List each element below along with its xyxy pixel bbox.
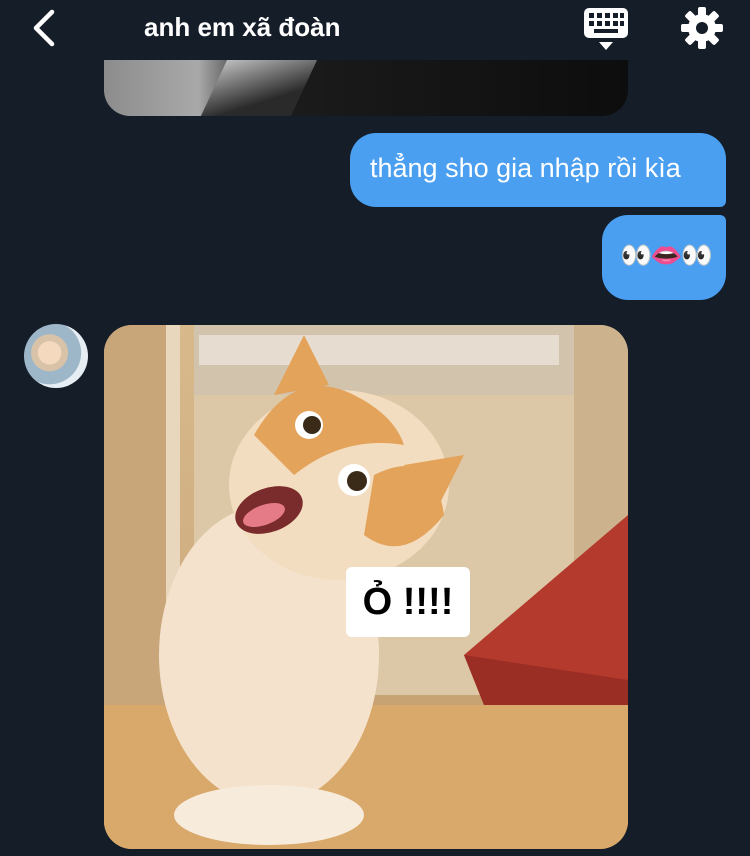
- outgoing-emoji-bubble[interactable]: 👀👄👀: [602, 215, 726, 300]
- outgoing-message-bubble[interactable]: thẳng sho gia nhập rồi kìa: [350, 133, 726, 207]
- meme-image-message[interactable]: Ỏ !!!!: [104, 325, 628, 849]
- chat-title: anh em xã đoàn: [144, 12, 341, 42]
- meme-caption: Ỏ !!!!: [346, 567, 470, 637]
- settings-button[interactable]: [678, 4, 726, 52]
- message-emoji-text: 👀👄👀: [620, 240, 713, 270]
- back-button[interactable]: [22, 6, 66, 50]
- chat-header: anh em xã đoàn: [0, 0, 750, 60]
- keyboard-button[interactable]: [582, 6, 630, 52]
- message-text: thẳng sho gia nhập rồi kìa: [370, 153, 681, 183]
- gear-icon: [681, 7, 723, 49]
- keyboard-icon: [584, 8, 628, 50]
- previous-image-message[interactable]: [104, 60, 628, 116]
- avatar[interactable]: [24, 324, 88, 388]
- chevron-left-icon: [33, 9, 55, 47]
